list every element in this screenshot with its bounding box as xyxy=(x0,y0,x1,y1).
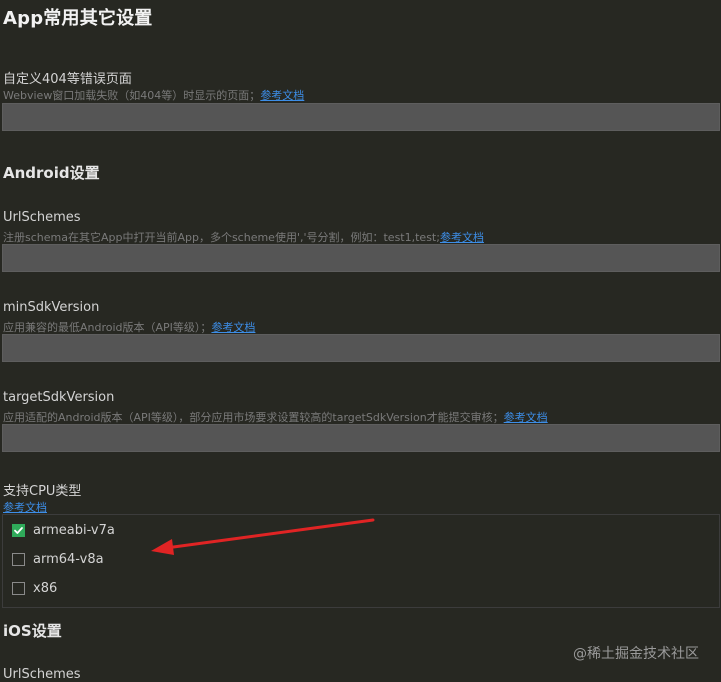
error-page-input[interactable] xyxy=(2,103,720,131)
cpu-checkbox-armeabi-v7a[interactable] xyxy=(12,524,25,537)
android-url-schemes-label: UrlSchemes xyxy=(3,210,81,225)
cpu-type-label: 支持CPU类型 xyxy=(3,484,82,499)
error-page-description-text: Webview窗口加载失败（如404等）时显示的页面； xyxy=(3,89,261,102)
cpu-type-doc-link[interactable]: 参考文档 xyxy=(3,499,47,515)
error-page-doc-link[interactable]: 参考文档 xyxy=(260,89,304,102)
android-url-schemes-description: 注册schema在其它App中打开当前App，多个scheme使用','号分割，… xyxy=(3,229,484,245)
min-sdk-description-text: 应用兼容的最低Android版本（API等级）； xyxy=(3,321,212,334)
error-page-description: Webview窗口加载失败（如404等）时显示的页面；参考文档 xyxy=(3,87,304,103)
min-sdk-description: 应用兼容的最低Android版本（API等级）；参考文档 xyxy=(3,319,255,335)
android-url-schemes-description-text: 注册schema在其它App中打开当前App，多个scheme使用','号分割，… xyxy=(3,231,440,244)
android-url-schemes-doc-link[interactable]: 参考文档 xyxy=(440,231,484,244)
target-sdk-description-text: 应用适配的Android版本（API等级），部分应用市场要求设置较高的targe… xyxy=(3,411,504,424)
watermark: @稀土掘金技术社区 xyxy=(573,646,699,662)
cpu-option-label: armeabi-v7a xyxy=(33,523,115,538)
ios-section-title: iOS设置 xyxy=(3,622,62,640)
cpu-option-armeabi-v7a[interactable]: armeabi-v7a xyxy=(12,523,115,538)
min-sdk-label: minSdkVersion xyxy=(3,300,100,315)
error-page-label: 自定义404等错误页面 xyxy=(3,72,132,87)
ios-url-schemes-label: UrlSchemes xyxy=(3,667,81,682)
cpu-option-arm64-v8a[interactable]: arm64-v8a xyxy=(12,552,104,567)
target-sdk-doc-link[interactable]: 参考文档 xyxy=(504,411,548,424)
cpu-checkbox-arm64-v8a[interactable] xyxy=(12,553,25,566)
min-sdk-doc-link[interactable]: 参考文档 xyxy=(211,321,255,334)
cpu-option-x86[interactable]: x86 xyxy=(12,581,57,596)
cpu-options-box: armeabi-v7a arm64-v8a x86 xyxy=(2,514,720,608)
check-icon xyxy=(14,527,23,534)
cpu-option-label: x86 xyxy=(33,581,58,596)
target-sdk-input[interactable] xyxy=(2,424,720,452)
target-sdk-label: targetSdkVersion xyxy=(3,390,115,405)
target-sdk-description: 应用适配的Android版本（API等级），部分应用市场要求设置较高的targe… xyxy=(3,409,548,425)
cpu-checkbox-x86[interactable] xyxy=(12,582,25,595)
android-url-schemes-input[interactable] xyxy=(2,244,720,272)
page-title: App常用其它设置 xyxy=(3,8,153,29)
min-sdk-input[interactable] xyxy=(2,334,720,362)
android-section-title: Android设置 xyxy=(3,164,100,182)
cpu-option-label: arm64-v8a xyxy=(33,552,104,567)
